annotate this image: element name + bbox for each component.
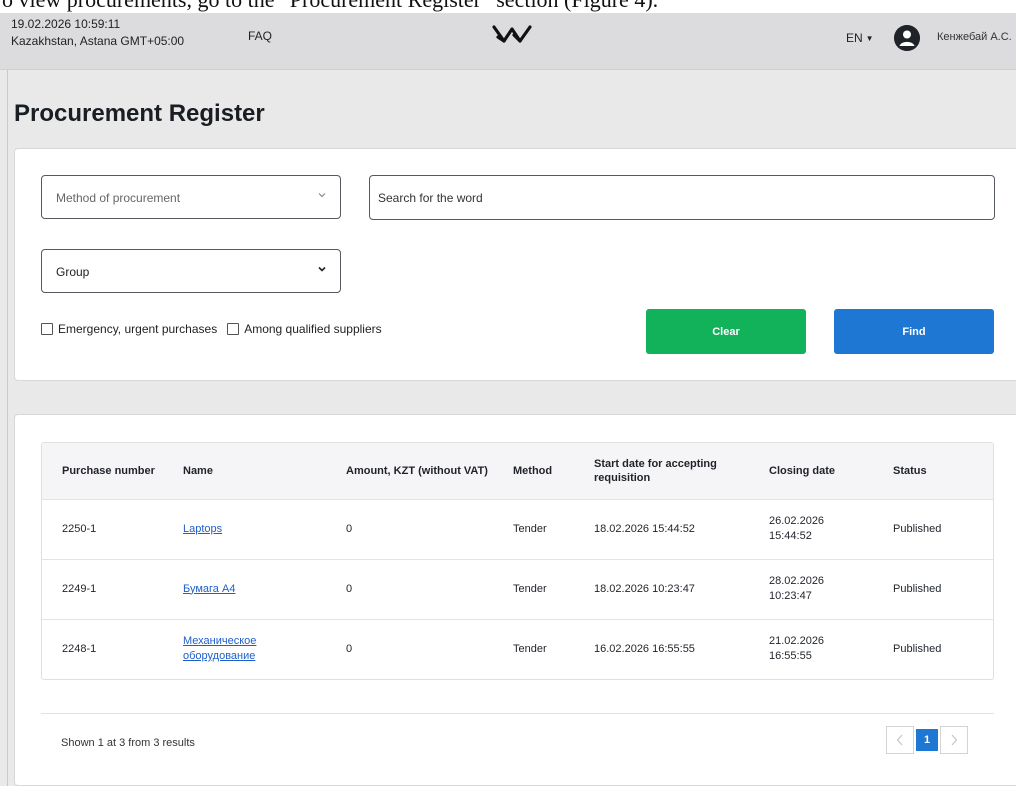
- cell-method: Tender: [513, 522, 547, 535]
- cell-amount: 0: [346, 522, 353, 535]
- app-window: 19.02.2026 10:59:11 Kazakhstan, Astana G…: [0, 13, 1016, 786]
- procurement-table-wrapper: Purchase number Name Amount, KZT (withou…: [41, 442, 994, 680]
- cell-start-date: 16.02.2026 16:55:55: [594, 642, 695, 655]
- closing-date-text: 26.02.2026 15:44:52: [769, 515, 825, 542]
- cell-purchase-number: 2248-1: [62, 642, 97, 655]
- chevron-right-icon: [951, 734, 958, 746]
- search-input[interactable]: [369, 175, 995, 220]
- method-of-procurement-select[interactable]: Method of procurement: [41, 175, 341, 219]
- cell-purchase-number: 2249-1: [62, 582, 97, 595]
- language-selector[interactable]: EN ▼: [846, 31, 874, 45]
- qualified-suppliers-checkbox-label[interactable]: Among qualified suppliers: [244, 322, 381, 336]
- user-name[interactable]: Кенжебай А.С.: [937, 31, 1012, 43]
- header-amount: Amount, KZT (without VAT): [346, 464, 488, 477]
- cell-name: Бумага А4: [163, 559, 326, 619]
- qualified-suppliers-checkbox[interactable]: [227, 323, 240, 335]
- header-name: Name: [183, 464, 213, 477]
- group-select[interactable]: Group: [41, 249, 341, 293]
- cell-amount: 0: [346, 582, 353, 595]
- table-row: 2248-1 Механическое оборудование 0 Tende…: [42, 619, 993, 679]
- cell-status: Published: [893, 642, 942, 655]
- find-button[interactable]: Find: [834, 309, 994, 354]
- table-row: 2250-1 Laptops 0 Tender 18.02.2026 15:44…: [42, 499, 993, 559]
- header-closing-date: Closing date: [769, 464, 836, 477]
- results-summary: Shown 1 at 3 from 3 results: [61, 737, 195, 749]
- document-caption: o view procurements, go to the “Procurem…: [0, 0, 1016, 13]
- procurement-name-link[interactable]: Laptops: [183, 523, 222, 535]
- cell-closing-date: 28.02.2026 10:23:47: [749, 559, 873, 619]
- cell-closing-date: 26.02.2026 15:44:52: [749, 499, 873, 559]
- datetime-block: 19.02.2026 10:59:11 Kazakhstan, Astana G…: [11, 16, 184, 50]
- prev-page-button[interactable]: [886, 726, 914, 754]
- chevron-down-icon: [318, 266, 326, 272]
- filter-panel: Method of procurement Group Emergency, u…: [14, 148, 1016, 381]
- page-number-button[interactable]: 1: [916, 729, 938, 751]
- closing-date-text: 21.02.2026 16:55:55: [769, 635, 825, 663]
- caret-down-icon: ▼: [865, 34, 874, 43]
- group-select-value: Group: [56, 265, 90, 279]
- header-method: Method: [513, 464, 553, 477]
- closing-date-text: 28.02.2026 10:23:47: [769, 575, 825, 602]
- clear-button[interactable]: Clear: [646, 309, 806, 354]
- cell-purchase-number: 2250-1: [62, 522, 97, 535]
- cell-amount: 0: [346, 642, 353, 655]
- page-title: Procurement Register: [14, 100, 265, 127]
- cell-status: Published: [893, 582, 942, 595]
- cell-name: Механическое оборудование: [163, 619, 326, 679]
- cell-name: Laptops: [163, 499, 326, 559]
- cell-start-date: 18.02.2026 15:44:52: [594, 522, 695, 535]
- timezone-label: Kazakhstan, Astana GMT+05:00: [11, 34, 185, 48]
- brand-logo-icon[interactable]: [492, 23, 532, 45]
- current-datetime: 19.02.2026 10:59:11: [11, 17, 121, 31]
- table-row: 2249-1 Бумага А4 0 Tender 18.02.2026 10:…: [42, 559, 993, 619]
- method-select-placeholder: Method of procurement: [56, 191, 181, 205]
- cell-method: Tender: [513, 642, 547, 655]
- procurement-name-link[interactable]: Механическое оборудование: [183, 634, 293, 664]
- user-avatar-icon[interactable]: [894, 25, 920, 51]
- results-divider: [41, 713, 994, 714]
- cell-status: Published: [893, 522, 942, 535]
- cell-method: Tender: [513, 582, 547, 595]
- top-header: 19.02.2026 10:59:11 Kazakhstan, Astana G…: [0, 13, 1016, 70]
- chevron-left-icon: [896, 734, 903, 746]
- procurement-name-link[interactable]: Бумага А4: [183, 583, 235, 595]
- header-purchase-number: Purchase number: [62, 464, 155, 477]
- pagination: 1: [886, 726, 968, 754]
- header-status: Status: [893, 464, 927, 477]
- results-panel: Purchase number Name Amount, KZT (withou…: [14, 414, 1016, 786]
- faq-link[interactable]: FAQ: [248, 29, 272, 43]
- emergency-checkbox-label[interactable]: Emergency, urgent purchases: [58, 322, 217, 336]
- cell-closing-date: 21.02.2026 16:55:55: [749, 619, 873, 679]
- chevron-down-icon: [318, 193, 326, 198]
- procurement-table: Purchase number Name Amount, KZT (withou…: [42, 443, 993, 679]
- emergency-checkbox[interactable]: [41, 323, 53, 335]
- cell-start-date: 18.02.2026 10:23:47: [594, 582, 695, 595]
- table-header-row: Purchase number Name Amount, KZT (withou…: [42, 443, 993, 499]
- next-page-button[interactable]: [940, 726, 968, 754]
- checkbox-row: Emergency, urgent purchases Among qualif…: [41, 322, 392, 336]
- language-label: EN: [846, 31, 863, 45]
- header-start-date: Start date for accepting requisition: [594, 457, 717, 484]
